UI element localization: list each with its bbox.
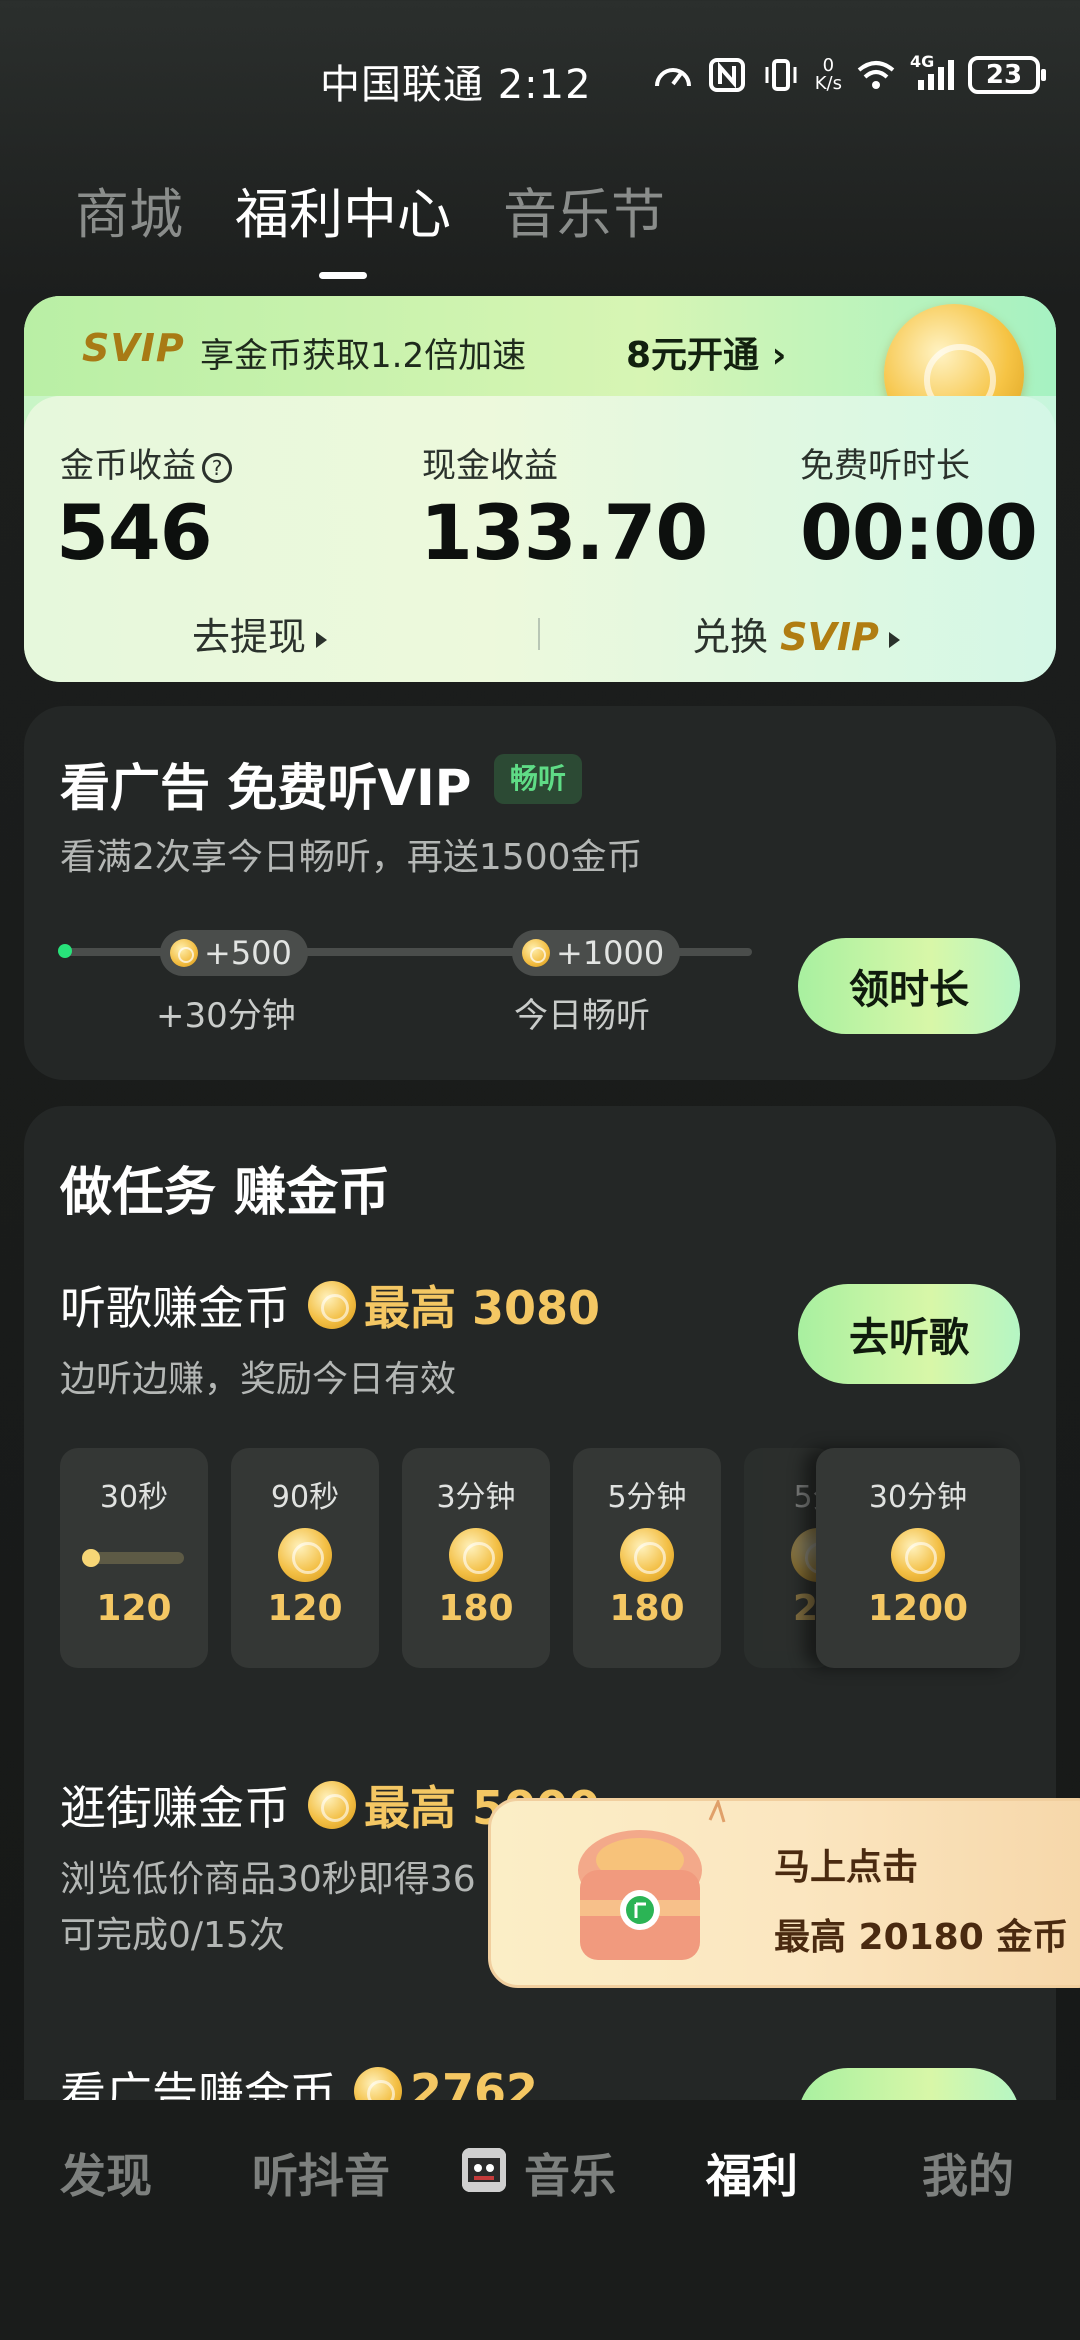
coin-stack-icon xyxy=(891,1528,945,1582)
listen-reward-tile[interactable]: 3分钟 180 xyxy=(402,1448,550,1668)
svip-earnings-card: SVIP 享金币获取1.2倍加速 8元开通 › 金币收益? 546 现金收益 1… xyxy=(24,296,1056,682)
unlimited-badge: 畅听 xyxy=(494,754,583,804)
shop-task-progress: 可完成0/15次 xyxy=(60,1915,285,1956)
tile-duration: 30分钟 xyxy=(868,1480,968,1515)
tile-progress-dot xyxy=(82,1549,100,1567)
coin-icon xyxy=(308,1781,356,1829)
coin-earnings-label: 金币收益? xyxy=(60,438,232,487)
carrier-time: 中国联通 2:12 xyxy=(320,62,592,108)
go-listen-button[interactable]: 去听歌 xyxy=(798,1284,1020,1384)
tile-reward: 180 xyxy=(438,1588,514,1629)
tasks-title: 做任务 赚金币 xyxy=(60,1163,391,1223)
milestone-reward-text: +500 xyxy=(204,934,292,972)
tile-reward: 120 xyxy=(96,1588,172,1629)
ad-progress-indicator xyxy=(58,944,72,958)
nfc-icon xyxy=(708,58,745,92)
coin-earnings-value[interactable]: 546 xyxy=(56,488,213,577)
listen-task-title-text: 听歌赚金币 xyxy=(60,1281,290,1335)
withdraw-link[interactable]: 去提现 xyxy=(192,606,328,661)
divider xyxy=(538,618,540,650)
top-tabs: 商城 福利中心 音乐节 xyxy=(75,170,665,249)
free-listen-label: 免费听时长 xyxy=(800,446,970,486)
exchange-svip-link[interactable]: 兑换 SVIP xyxy=(692,606,900,661)
tab-music-festival[interactable]: 音乐节 xyxy=(503,170,665,249)
vibrate-icon xyxy=(765,59,797,91)
triangle-right-icon xyxy=(316,631,328,648)
cash-earnings-value[interactable]: 133.70 xyxy=(420,488,708,577)
coin-icon xyxy=(170,939,198,967)
milestone-label-today: 今日畅听 xyxy=(514,996,650,1036)
nav-music[interactable]: 音乐 xyxy=(524,2140,616,2206)
exchange-label: 兑换 xyxy=(692,615,769,659)
milestone-reward-text: +1000 xyxy=(556,934,665,972)
cash-earnings-label: 现金收益 xyxy=(422,446,558,486)
wifi-icon xyxy=(857,61,895,89)
ad-vip-subtitle: 看满2次享今日畅听，再送1500金币 xyxy=(60,837,643,878)
coin-icon xyxy=(308,1281,356,1329)
ad-vip-title: 看广告 免费听VIP xyxy=(60,759,472,817)
coin-icon xyxy=(449,1528,503,1582)
svip-logo: SVIP xyxy=(82,326,185,370)
svip-open-link[interactable]: 8元开通 › xyxy=(626,326,786,378)
tile-reward: 180 xyxy=(609,1588,685,1629)
tile-reward: 120 xyxy=(267,1588,343,1629)
nav-listen-douyin[interactable]: 听抖音 xyxy=(252,2140,390,2206)
net-speed: 0 K/s xyxy=(815,57,842,93)
coin-icon xyxy=(620,1528,674,1582)
bottom-nav xyxy=(0,2100,1080,2340)
battery-icon: 23 xyxy=(968,56,1046,94)
shop-task-title-text: 逛街赚金币 xyxy=(60,1781,290,1835)
coin-earnings-label-text: 金币收益 xyxy=(60,446,196,486)
milestone-reward-1000: +1000 xyxy=(512,930,681,976)
status-icons: 0 K/s 4G 23 xyxy=(653,52,1046,94)
treasure-cta: 马上点击 xyxy=(774,1847,919,1888)
claim-time-button[interactable]: 领时长 xyxy=(798,938,1020,1034)
milestone-reward-500: +500 xyxy=(160,930,308,976)
nav-welfare[interactable]: 福利 xyxy=(706,2140,798,2206)
nav-discover[interactable]: 发现 xyxy=(60,2140,152,2206)
listen-task-title: 听歌赚金币 最高 3080 xyxy=(60,1272,600,1338)
coin-icon xyxy=(278,1528,332,1582)
tab-welfare-center[interactable]: 福利中心 xyxy=(235,170,451,249)
tile-duration: 90秒 xyxy=(270,1480,340,1515)
speedometer-icon xyxy=(654,68,691,87)
listen-reward-tile[interactable]: 90秒 120 xyxy=(231,1448,379,1668)
treasure-reward: 最高 20180 金币 xyxy=(774,1917,1069,1958)
exchange-svip-text: SVIP xyxy=(780,615,879,659)
music-avatar-icon[interactable] xyxy=(462,2148,506,2192)
tile-reward: 1200 xyxy=(867,1588,969,1629)
tile-duration: 30秒 xyxy=(99,1480,169,1515)
listen-task-max: 最高 3080 xyxy=(364,1281,601,1335)
listen-reward-tile[interactable]: 30秒 120 xyxy=(60,1448,208,1668)
free-listen-value[interactable]: 00:00 xyxy=(800,488,1038,577)
listen-reward-tile-final[interactable]: 30分钟 1200 xyxy=(816,1448,1020,1668)
tile-duration: 3分钟 xyxy=(436,1480,516,1515)
listen-task-subtitle: 边听边赚，奖励今日有效 xyxy=(60,1359,457,1400)
tile-duration: 5分钟 xyxy=(607,1480,687,1515)
shop-task-subtitle: 浏览低价商品30秒即得36 xyxy=(60,1859,476,1900)
withdraw-label: 去提现 xyxy=(192,615,307,659)
help-icon[interactable]: ? xyxy=(202,452,232,483)
nav-profile[interactable]: 我的 xyxy=(922,2140,1014,2206)
treasure-chest-icon xyxy=(578,1800,726,1960)
net-speed-unit: K/s xyxy=(814,73,842,94)
status-bar: 中国联通 2:12 0 K/s 4G 23 xyxy=(0,0,1080,150)
tab-mall[interactable]: 商城 xyxy=(75,170,183,249)
milestone-label-30min: +30分钟 xyxy=(156,996,296,1036)
signal-icon: 4G xyxy=(910,52,954,92)
listen-reward-tile[interactable]: 5分钟 180 xyxy=(573,1448,721,1668)
triangle-right-icon xyxy=(888,631,900,648)
coin-icon xyxy=(522,939,550,967)
svip-promo-text: 享金币获取1.2倍加速 xyxy=(200,336,527,376)
